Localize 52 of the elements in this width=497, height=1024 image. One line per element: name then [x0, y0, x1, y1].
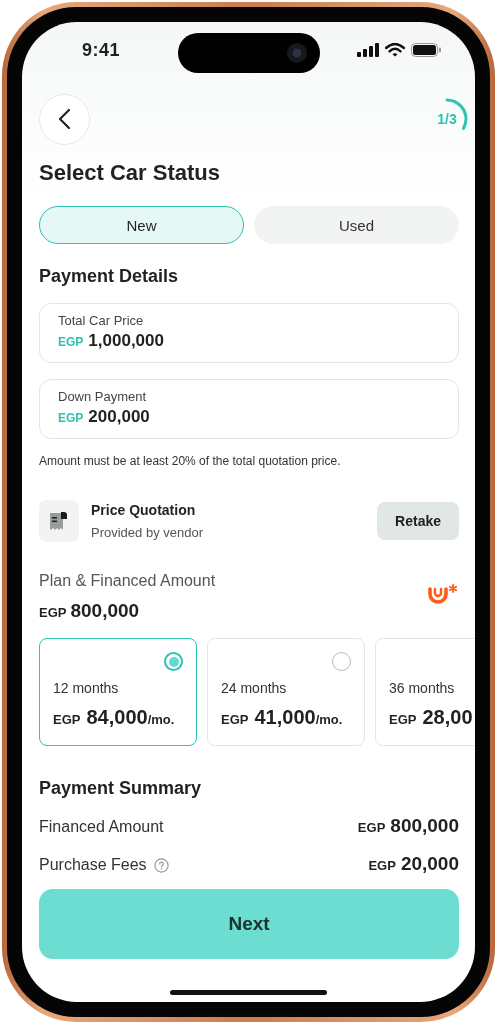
monthly-amount: 41,000: [254, 706, 316, 729]
monthly-amount: 28,00: [422, 706, 473, 729]
currency-label: EGP: [58, 411, 84, 425]
field-value: 1,000,000: [88, 331, 164, 351]
plan-duration: 24 months: [221, 680, 288, 696]
plan-option-card[interactable]: 36 months EGP 28,00: [375, 638, 475, 746]
currency-label: EGP: [357, 820, 386, 835]
step-counter: 1/3: [436, 111, 458, 127]
plan-option-card[interactable]: 12 months EGP 84,000/mo.: [39, 638, 197, 746]
quotation-title: Price Quotation: [91, 502, 197, 518]
section-heading: Plan & Financed Amount: [39, 572, 216, 590]
status-tab[interactable]: New: [39, 206, 244, 244]
field-label: Down Payment: [58, 389, 148, 404]
currency-label: EGP: [53, 712, 81, 727]
section-heading: Payment Summary: [39, 778, 203, 799]
page-title: Select Car Status: [39, 160, 221, 186]
currency-label: EGP: [58, 335, 84, 349]
plan-duration: 12 months: [53, 680, 120, 696]
receipt-icon: [39, 500, 79, 542]
amount-field[interactable]: Down Payment EGP 200,000: [39, 379, 459, 439]
financed-amount: 800,000: [70, 600, 140, 622]
currency-label: EGP: [389, 712, 417, 727]
amount-field[interactable]: Total Car Price EGP 1,000,000: [39, 303, 459, 363]
currency-label: EGP: [39, 605, 67, 620]
section-heading: Payment Details: [39, 266, 180, 287]
retake-button[interactable]: Retake: [377, 502, 459, 540]
summary-amount: 20,000: [400, 853, 459, 874]
clock-time: 9:41: [82, 39, 121, 61]
help-icon[interactable]: [153, 857, 169, 873]
field-value: 200,000: [88, 407, 150, 427]
radio-button[interactable]: [164, 652, 183, 671]
field-label: Total Car Price: [58, 313, 145, 328]
summary-amount: 800,000: [390, 815, 459, 836]
helper-text: Amount must be at least 20% of the total quotation price.: [39, 454, 342, 468]
battery-icon: [411, 43, 441, 57]
plan-duration: 36 months: [389, 680, 456, 696]
quotation-subtitle: Provided by vendor: [91, 525, 204, 540]
summary-label: Purchase Fees: [39, 856, 147, 874]
summary-label: Financed Amount: [39, 818, 164, 836]
monthly-amount: 84,000: [86, 706, 148, 729]
currency-label: EGP: [221, 712, 249, 727]
status-tab[interactable]: Used: [254, 206, 459, 244]
camera-lens-icon: [286, 42, 308, 64]
per-month-unit: /mo.: [315, 712, 343, 727]
plan-option-card[interactable]: 24 months EGP 41,000/mo.: [207, 638, 365, 746]
next-button[interactable]: Next: [39, 889, 459, 959]
per-month-unit: /mo.: [147, 712, 175, 727]
back-button[interactable]: [39, 93, 90, 145]
wifi-icon: [385, 43, 405, 57]
brand-logo-icon: [427, 584, 459, 606]
signal-icon: [357, 43, 379, 57]
currency-label: EGP: [368, 858, 396, 873]
